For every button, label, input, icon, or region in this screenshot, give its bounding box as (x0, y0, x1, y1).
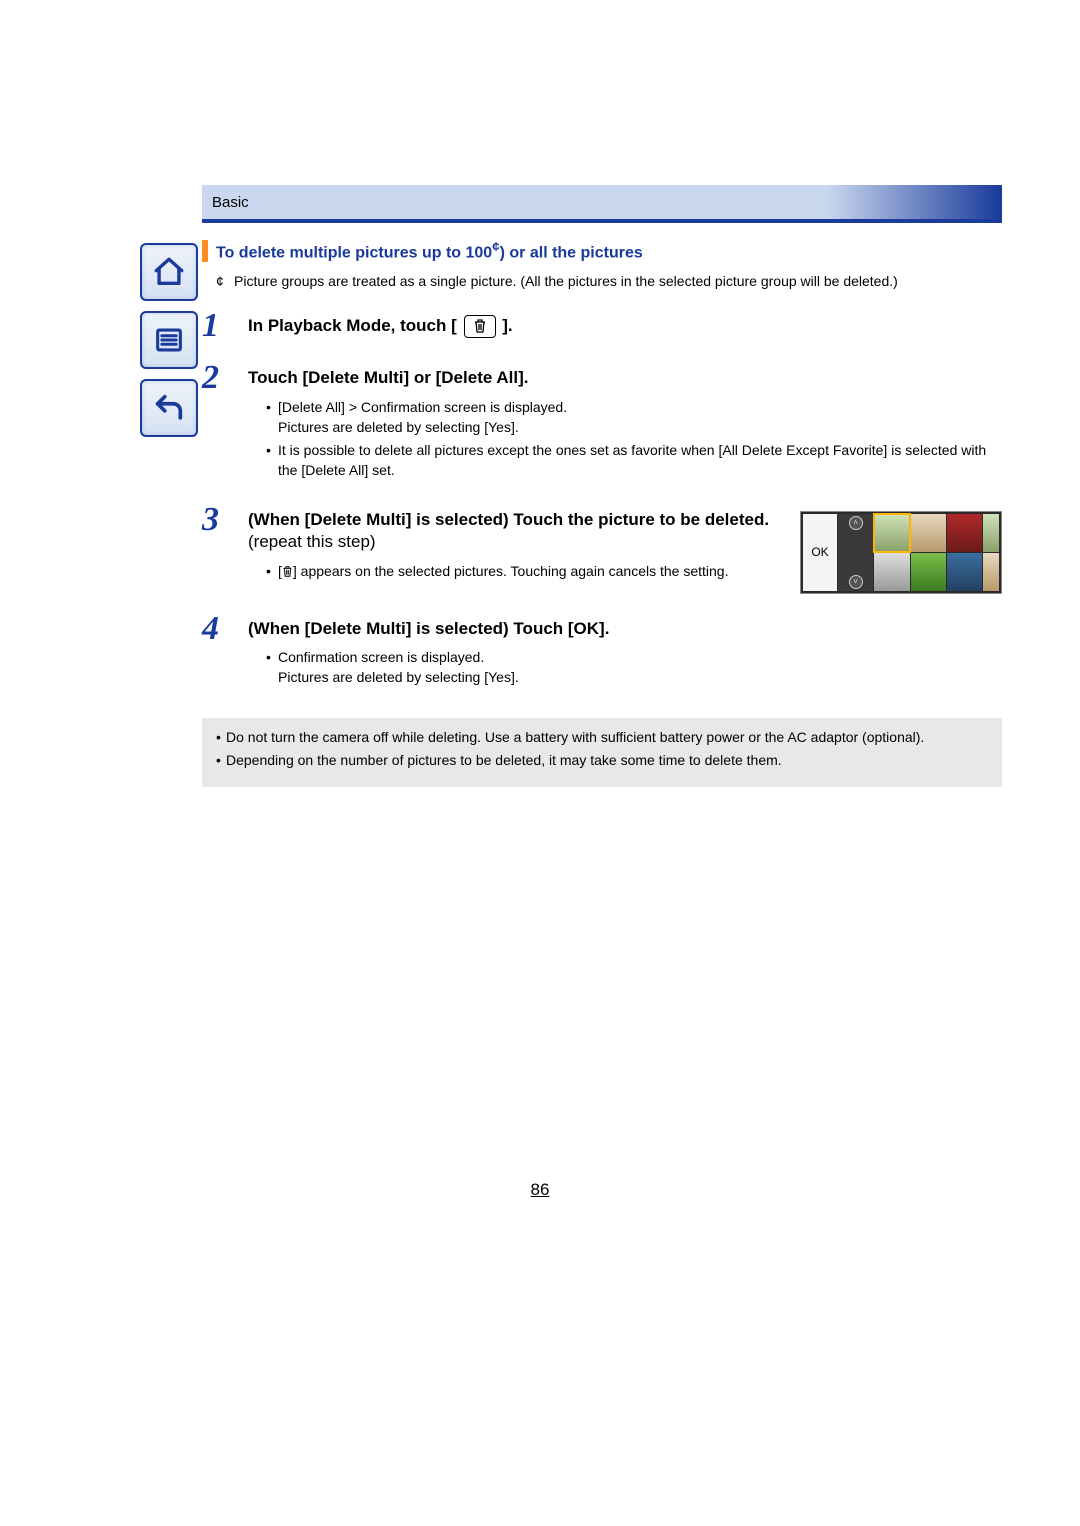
thumbnail-scrollbar[interactable]: ˄ ˅ (838, 514, 873, 591)
thumbnail-image-8[interactable] (983, 553, 999, 591)
trash-button-inline (464, 315, 496, 338)
step-2: 2 Touch [Delete Multi] or [Delete All]. … (202, 361, 1002, 484)
step-1: 1 In Playback Mode, touch [ ]. (202, 309, 1002, 343)
step-2-b1-c: Pictures are deleted by selecting [Yes]. (278, 419, 519, 435)
note-2: • Depending on the number of pictures to… (216, 751, 988, 771)
step-2-b1-a: [Delete All] (278, 399, 349, 415)
thumbnail-image-3[interactable] (947, 514, 982, 552)
step-4-title-text: When [Delete Multi] is selected) Touch [… (254, 619, 610, 638)
trash-icon (282, 565, 293, 578)
step-3: 3 (When [Delete Multi] is selected) Touc… (202, 503, 1002, 594)
chevron-down-icon: ˅ (849, 575, 863, 589)
step-3-title: (When [Delete Multi] is selected) Touch … (248, 509, 784, 555)
note-1-text: Do not turn the camera off while deletin… (226, 728, 988, 748)
step-1-title: In Playback Mode, touch [ ]. (248, 315, 1002, 338)
step-2-b2-text: It is possible to delete all pictures ex… (278, 441, 1002, 480)
step-2-bullet-2: • It is possible to delete all pictures … (248, 441, 1002, 480)
thumbnail-image-2[interactable] (911, 514, 946, 552)
thumbnail-ok-button[interactable]: OK (803, 514, 837, 591)
step-3-bullet-1: • [] appears on the selected pictures. T… (248, 562, 784, 582)
thumbnail-image-4[interactable] (983, 514, 999, 552)
section-heading: To delete multiple pictures up to 100¢) … (216, 239, 643, 262)
step-4-b2: Pictures are deleted by selecting [Yes]. (278, 669, 519, 685)
step-4-number: 4 (202, 612, 248, 692)
thumbnail-image-1-selected[interactable] (874, 514, 909, 552)
home-icon (152, 255, 186, 289)
section-heading-accent (202, 240, 208, 262)
section-header-label: Basic (212, 194, 249, 211)
step-4-bullet-1: • Confirmation screen is displayed. Pict… (248, 648, 1002, 687)
thumbnail-image-6[interactable] (911, 553, 946, 591)
step-2-bullet-1: • [Delete All] > Confirmation screen is … (248, 398, 1002, 437)
page-content: Basic To delete multiple pictures up to … (202, 185, 1002, 787)
section-heading-row: To delete multiple pictures up to 100¢) … (202, 239, 1002, 262)
section-heading-prefix: To delete multiple pictures up to 100 (216, 244, 492, 261)
arrow-right-icon: > (349, 399, 357, 415)
step-4-b1: Confirmation screen is displayed. (278, 649, 484, 665)
footnote-row: ¢ Picture groups are treated as a single… (216, 272, 1002, 291)
nav-back-button[interactable] (140, 379, 198, 437)
section-header-bar: Basic (202, 185, 1002, 223)
thumbnail-image-7[interactable] (947, 553, 982, 591)
step-1-title-after: ]. (502, 316, 512, 335)
step-1-title-before: In Playback Mode, touch [ (248, 316, 457, 335)
step-3-title-normal: (repeat this step) (248, 532, 376, 551)
footnote-text: Picture groups are treated as a single p… (234, 272, 1002, 291)
side-nav (140, 243, 200, 447)
nav-home-button[interactable] (140, 243, 198, 301)
nav-toc-button[interactable] (140, 311, 198, 369)
thumbnail-ok-label: OK (811, 545, 828, 559)
note-2-text: Depending on the number of pictures to b… (226, 751, 988, 771)
back-arrow-icon (152, 391, 186, 425)
chevron-up-icon: ˄ (849, 516, 863, 530)
step-2-title: Touch [Delete Multi] or [Delete All]. (248, 367, 1002, 390)
step-4-title: (When [Delete Multi] is selected) Touch … (248, 618, 1002, 641)
step-3-b1-b: ] appears on the selected pictures. Touc… (293, 563, 729, 579)
list-icon (152, 323, 186, 357)
thumbnail-image-5[interactable] (874, 553, 909, 591)
step-2-b1-b: Confirmation screen is displayed. (361, 399, 567, 415)
note-box: • Do not turn the camera off while delet… (202, 718, 1002, 787)
section-heading-footnote-mark: ¢ (492, 239, 499, 254)
section-heading-suffix: ) or all the pictures (500, 244, 643, 261)
step-2-number: 2 (202, 361, 248, 484)
thumbnail-preview: OK ˄ ˅ (800, 511, 1002, 594)
note-1: • Do not turn the camera off while delet… (216, 728, 988, 748)
step-1-number: 1 (202, 309, 248, 343)
step-3-title-bold: When [Delete Multi] is selected) Touch t… (254, 510, 769, 529)
footnote-mark: ¢ (216, 272, 234, 291)
step-4: 4 (When [Delete Multi] is selected) Touc… (202, 612, 1002, 692)
step-3-number: 3 (202, 503, 248, 594)
page-number[interactable]: 86 (0, 1180, 1080, 1200)
trash-icon (473, 318, 487, 334)
